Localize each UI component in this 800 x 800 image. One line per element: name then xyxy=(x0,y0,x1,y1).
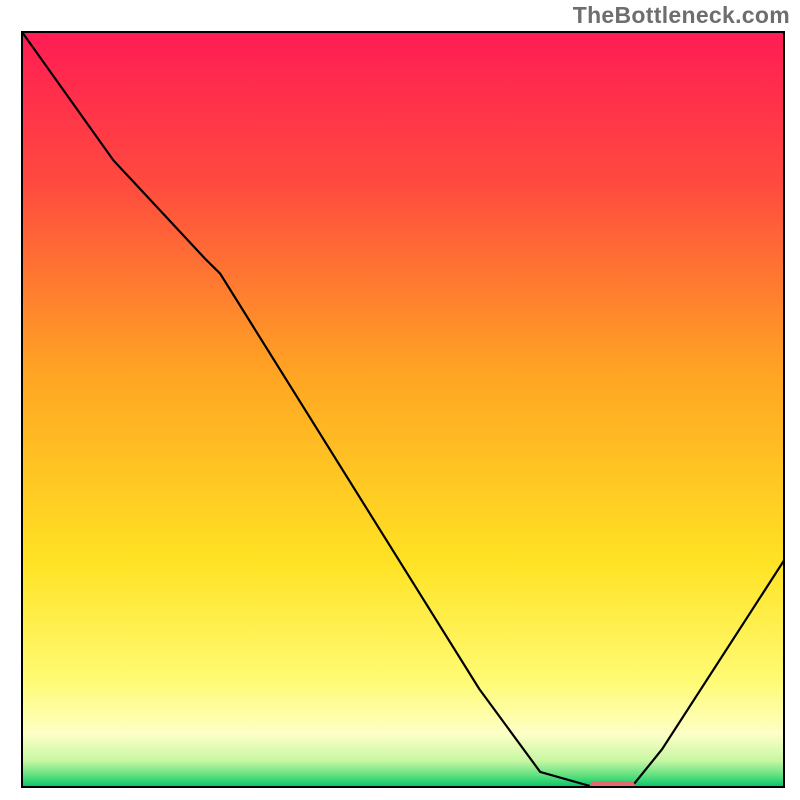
chart-container: TheBottleneck.com xyxy=(0,0,800,800)
plot-background xyxy=(22,32,784,787)
bottleneck-chart xyxy=(0,0,800,800)
